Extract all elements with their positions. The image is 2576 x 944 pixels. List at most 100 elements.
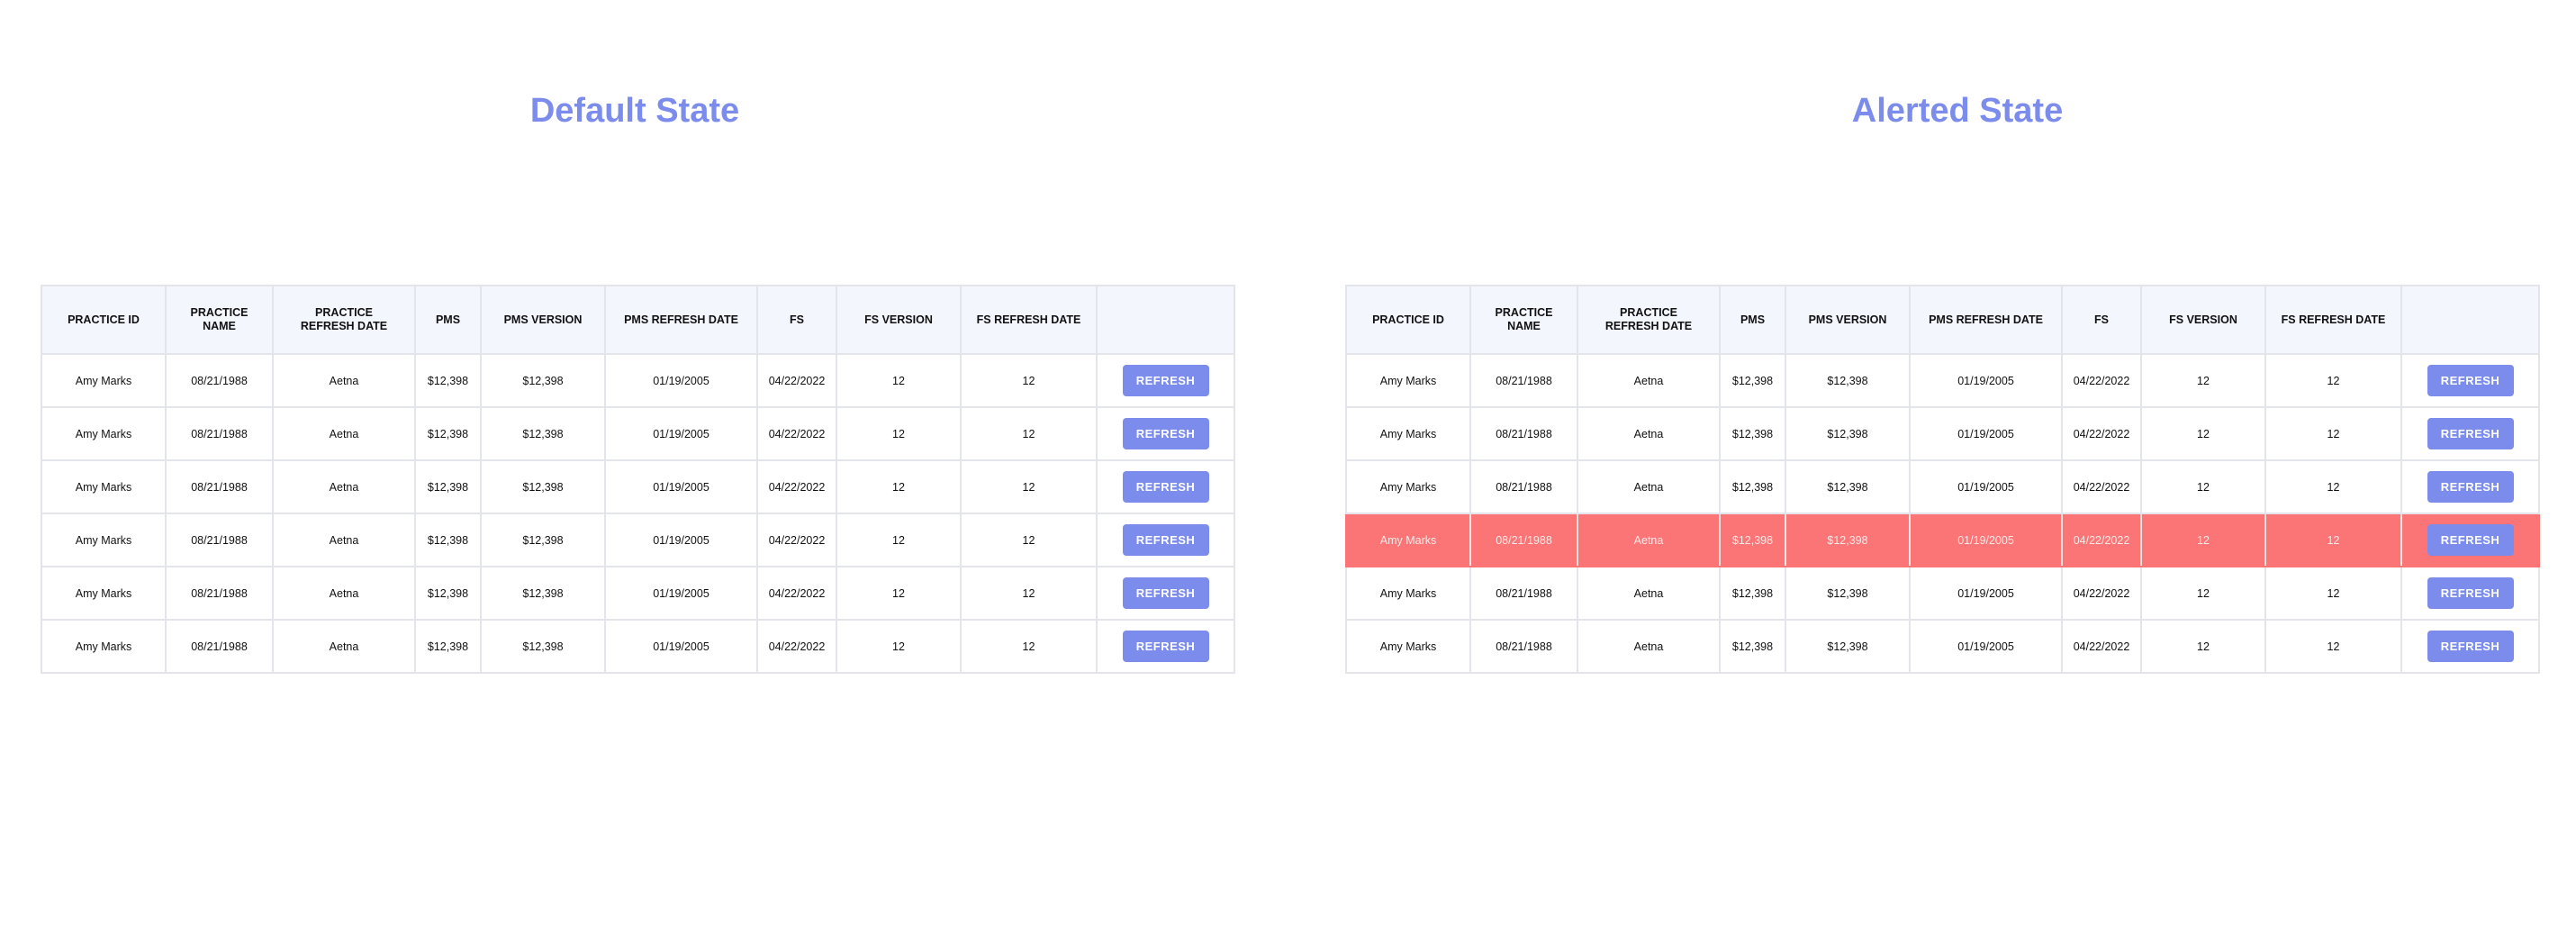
- cell-pms: $12,398: [1719, 459, 1786, 514]
- cell-fs-refresh-date: 12: [2264, 619, 2402, 674]
- table-row: Amy Marks 08/21/1988 Aetna $12,398 $12,398 01…: [41, 619, 1235, 674]
- cell-action: REFRESH: [2400, 459, 2540, 514]
- cell-pms-version: $12,398: [480, 619, 606, 674]
- cell-practice-refresh-date: Aetna: [1577, 459, 1721, 514]
- cell-practice-name: 08/21/1988: [1469, 619, 1578, 674]
- cell-pms: $12,398: [414, 459, 482, 514]
- refresh-button[interactable]: REFRESH: [2427, 631, 2514, 662]
- header-fs-version: FS VERSION: [2140, 285, 2266, 355]
- cell-fs: 04/22/2022: [756, 353, 837, 408]
- cell-practice-name: 08/21/1988: [1469, 406, 1578, 461]
- cell-practice-refresh-date: Aetna: [272, 353, 416, 408]
- refresh-button[interactable]: REFRESH: [2427, 524, 2514, 556]
- refresh-button[interactable]: REFRESH: [1122, 577, 1209, 609]
- cell-practice-name: 08/21/1988: [1469, 513, 1578, 567]
- cell-fs-version: 12: [836, 566, 962, 621]
- header-fs-version: FS VERSION: [836, 285, 962, 355]
- cell-practice-name: 08/21/1988: [165, 459, 274, 514]
- cell-fs-refresh-date: 12: [960, 406, 1098, 461]
- cell-practice-id: Amy Marks: [1345, 566, 1471, 621]
- cell-fs-refresh-date: 12: [2264, 406, 2402, 461]
- cell-pms-version: $12,398: [480, 566, 606, 621]
- cell-fs: 04/22/2022: [756, 566, 837, 621]
- refresh-button[interactable]: REFRESH: [1122, 365, 1209, 396]
- header-pms-refresh-date: PMS REFRESH DATE: [604, 285, 758, 355]
- cell-practice-name: 08/21/1988: [1469, 566, 1578, 621]
- cell-pms-version: $12,398: [480, 406, 606, 461]
- cell-action: REFRESH: [1096, 566, 1235, 621]
- table-row: Amy Marks 08/21/1988 Aetna $12,398 $12,398 01…: [41, 513, 1235, 567]
- cell-fs-refresh-date: 12: [960, 566, 1098, 621]
- refresh-button[interactable]: REFRESH: [1122, 631, 1209, 662]
- cell-pms-version: $12,398: [480, 513, 606, 567]
- refresh-button[interactable]: REFRESH: [2427, 418, 2514, 449]
- cell-fs-version: 12: [836, 459, 962, 514]
- cell-pms: $12,398: [1719, 513, 1786, 567]
- table-row: Amy Marks 08/21/1988 Aetna $12,398 $12,398 01…: [1345, 459, 2540, 514]
- cell-pms-refresh-date: 01/19/2005: [1909, 619, 2063, 674]
- cell-fs-version: 12: [836, 353, 962, 408]
- refresh-button[interactable]: REFRESH: [2427, 365, 2514, 396]
- alerted-state-title: Alerted State: [1851, 92, 2064, 130]
- cell-action: REFRESH: [1096, 353, 1235, 408]
- table-body: Amy Marks 08/21/1988 Aetna $12,398 $12,398 01…: [1345, 353, 2540, 674]
- cell-action: REFRESH: [1096, 619, 1235, 674]
- cell-fs: 04/22/2022: [756, 619, 837, 674]
- cell-practice-refresh-date: Aetna: [272, 513, 416, 567]
- cell-fs: 04/22/2022: [756, 459, 837, 514]
- cell-pms: $12,398: [414, 353, 482, 408]
- cell-pms-version: $12,398: [480, 353, 606, 408]
- cell-practice-refresh-date: Aetna: [1577, 406, 1721, 461]
- header-practice-name: PRACTICE NAME: [165, 285, 274, 355]
- header-action: [1096, 285, 1235, 355]
- cell-pms: $12,398: [1719, 619, 1786, 674]
- header-pms-version: PMS VERSION: [480, 285, 606, 355]
- cell-practice-name: 08/21/1988: [165, 513, 274, 567]
- refresh-button[interactable]: REFRESH: [1122, 524, 1209, 556]
- refresh-button[interactable]: REFRESH: [2427, 471, 2514, 503]
- cell-action: REFRESH: [1096, 406, 1235, 461]
- table-row-alerted: Amy Marks 08/21/1988 Aetna $12,398 $12,398 01…: [1345, 513, 2540, 567]
- cell-pms-version: $12,398: [1785, 513, 1911, 567]
- refresh-button[interactable]: REFRESH: [2427, 577, 2514, 609]
- cell-pms-refresh-date: 01/19/2005: [1909, 566, 2063, 621]
- cell-fs: 04/22/2022: [2061, 406, 2142, 461]
- table-row: Amy Marks 08/21/1988 Aetna $12,398 $12,398 01…: [41, 459, 1235, 514]
- cell-practice-refresh-date: Aetna: [272, 406, 416, 461]
- cell-practice-refresh-date: Aetna: [272, 619, 416, 674]
- cell-action: REFRESH: [2400, 406, 2540, 461]
- cell-fs-version: 12: [2140, 459, 2266, 514]
- cell-fs: 04/22/2022: [2061, 459, 2142, 514]
- cell-practice-refresh-date: Aetna: [272, 566, 416, 621]
- cell-fs-refresh-date: 12: [960, 513, 1098, 567]
- cell-pms-refresh-date: 01/19/2005: [1909, 513, 2063, 567]
- cell-fs: 04/22/2022: [2061, 513, 2142, 567]
- header-row: PRACTICE ID PRACTICE NAME PRACTICE REFRESH…: [1345, 285, 2540, 355]
- table-row: Amy Marks 08/21/1988 Aetna $12,398 $12,398 01…: [1345, 619, 2540, 674]
- refresh-button[interactable]: REFRESH: [1122, 418, 1209, 449]
- cell-fs-version: 12: [2140, 353, 2266, 408]
- cell-practice-id: Amy Marks: [1345, 459, 1471, 514]
- cell-fs: 04/22/2022: [2061, 566, 2142, 621]
- cell-practice-name: 08/21/1988: [1469, 459, 1578, 514]
- cell-fs-refresh-date: 12: [960, 619, 1098, 674]
- cell-pms-refresh-date: 01/19/2005: [1909, 459, 2063, 514]
- header-pms: PMS: [414, 285, 482, 355]
- refresh-button[interactable]: REFRESH: [1122, 471, 1209, 503]
- cell-pms: $12,398: [1719, 353, 1786, 408]
- cell-pms-version: $12,398: [1785, 566, 1911, 621]
- cell-pms: $12,398: [414, 619, 482, 674]
- cell-practice-name: 08/21/1988: [1469, 353, 1578, 408]
- cell-fs-refresh-date: 12: [2264, 513, 2402, 567]
- cell-pms: $12,398: [1719, 406, 1786, 461]
- cell-pms-version: $12,398: [1785, 406, 1911, 461]
- cell-practice-id: Amy Marks: [1345, 513, 1471, 567]
- cell-practice-name: 08/21/1988: [165, 619, 274, 674]
- header-fs-refresh-date: FS REFRESH DATE: [960, 285, 1098, 355]
- cell-fs-version: 12: [2140, 513, 2266, 567]
- table-body: Amy Marks 08/21/1988 Aetna $12,398 $12,398 01…: [41, 353, 1235, 674]
- cell-pms: $12,398: [414, 513, 482, 567]
- cell-practice-refresh-date: Aetna: [1577, 353, 1721, 408]
- cell-pms-refresh-date: 01/19/2005: [604, 566, 758, 621]
- cell-fs-refresh-date: 12: [960, 353, 1098, 408]
